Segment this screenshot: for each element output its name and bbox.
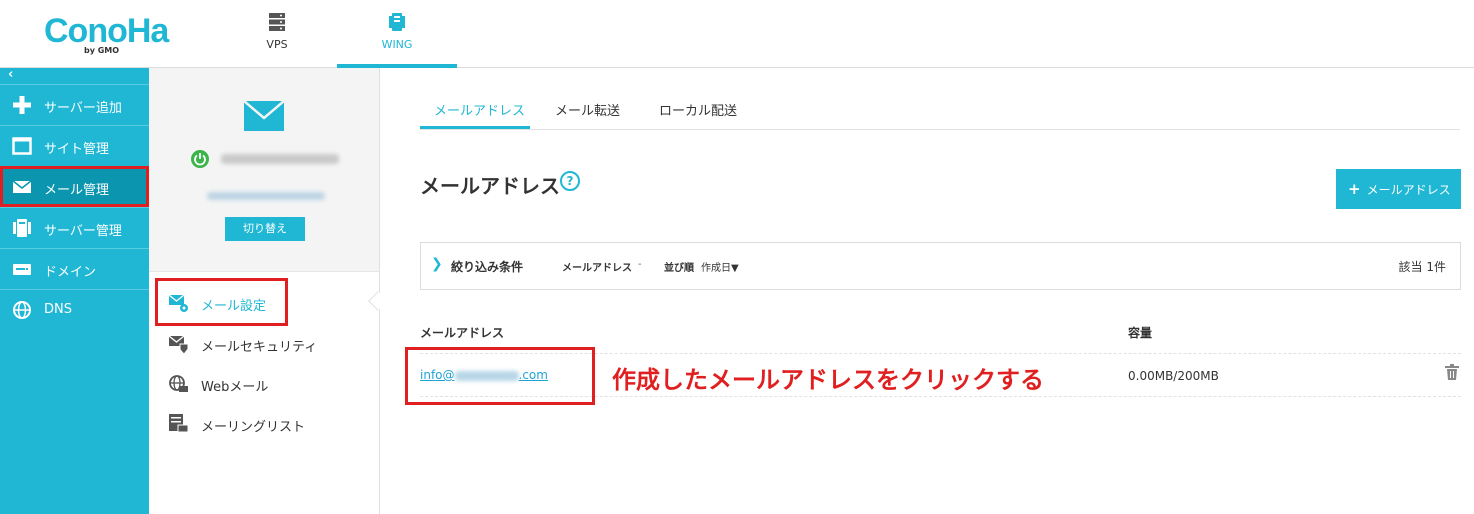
- tab-local-delivery[interactable]: ローカル配送: [659, 100, 737, 119]
- result-count: 該当 1件: [1398, 260, 1446, 274]
- add-mail-address-label: メールアドレス: [1366, 183, 1451, 197]
- column-header-address: メールアドレス: [420, 326, 505, 340]
- filter-sort-label: 並び順: [664, 263, 694, 274]
- filter-mail-label: メールアドレス: [562, 263, 632, 274]
- blurred-domain-name: [221, 154, 339, 164]
- mail-icon: [12, 178, 32, 196]
- sidebar-item-label: サイト管理: [44, 142, 110, 157]
- mailing-list-icon: [169, 414, 189, 434]
- tab-bar: メールアドレス メール転送 ローカル配送: [420, 96, 1460, 130]
- sidebar-item-label: サーバー管理: [44, 224, 122, 239]
- server-manage-icon: [12, 219, 32, 237]
- wing-icon: [388, 12, 406, 36]
- sidebar-item-add-server[interactable]: サーバー追加: [0, 84, 149, 125]
- instruction-annotation: 作成したメールアドレスをクリックする: [612, 366, 1044, 394]
- highlight-box-mail-settings: [155, 278, 288, 326]
- column-header-capacity: 容量: [1128, 326, 1153, 340]
- sidebar-collapse-button[interactable]: ‹: [0, 68, 149, 84]
- domain-icon: [12, 260, 32, 278]
- trash-icon[interactable]: [1445, 364, 1459, 384]
- sidebar-item-label: DNS: [44, 302, 72, 317]
- webmail-icon: [169, 374, 189, 394]
- nav-tab-wing-label: WING: [381, 38, 413, 51]
- tab-active-underline: [420, 126, 530, 129]
- sidebar-item-domain[interactable]: ドメイン: [0, 248, 149, 289]
- sidebar: ‹ サーバー追加 サイト管理 メール管理 サーバー管理 ドメイン DNS: [0, 68, 149, 514]
- filter-sort-value[interactable]: 作成日▼: [701, 259, 739, 274]
- tab-mail-address[interactable]: メールアドレス: [434, 100, 525, 119]
- nav-tab-vps-label: VPS: [266, 38, 288, 51]
- highlight-box-email: [405, 347, 595, 405]
- capacity-value: 0.00MB/200MB: [1128, 369, 1219, 383]
- mail-large-icon: [243, 100, 285, 135]
- filter-panel[interactable]: ❯ 絞り込み条件 メールアドレス - 並び順 作成日▼ 該当 1件: [420, 242, 1461, 290]
- window-icon: [12, 137, 32, 155]
- subnav-label: Webメール: [201, 380, 269, 395]
- tab-mail-forward[interactable]: メール転送: [555, 100, 620, 119]
- nav-tab-wing[interactable]: WING: [337, 0, 457, 68]
- subnav-label: メーリングリスト: [201, 420, 306, 435]
- main-content: メールアドレス メール転送 ローカル配送 メールアドレス ? + メールアドレス …: [380, 68, 1474, 514]
- mail-subpanel: 切り替え メール設定 メールセキュリティ Webメール メーリングリスト: [149, 68, 388, 514]
- blurred-subdomain: [207, 192, 325, 200]
- sidebar-item-mail-manage[interactable]: メール管理: [0, 166, 149, 207]
- filter-toggle-label[interactable]: 絞り込み条件: [451, 258, 523, 275]
- conoha-logo[interactable]: ConoHa by GMO: [44, 12, 174, 56]
- plus-icon: +: [1348, 180, 1361, 198]
- nav-tab-vps[interactable]: VPS: [217, 0, 337, 68]
- globe-icon: [12, 301, 32, 319]
- sidebar-item-label: メール管理: [44, 183, 110, 198]
- sidebar-item-label: サーバー追加: [44, 101, 122, 116]
- power-status-icon: [191, 150, 209, 168]
- sidebar-item-label: ドメイン: [44, 265, 97, 280]
- plus-icon: [12, 96, 32, 114]
- add-mail-address-button[interactable]: + メールアドレス: [1336, 169, 1461, 209]
- top-header: ConoHa by GMO VPS WING: [0, 0, 1474, 68]
- subnav-label: メールセキュリティ: [201, 340, 318, 355]
- chevron-right-icon[interactable]: ❯: [431, 256, 443, 272]
- switch-account-button[interactable]: 切り替え: [225, 217, 305, 241]
- logo-by-text: by GMO: [84, 46, 120, 55]
- sidebar-item-dns[interactable]: DNS: [0, 289, 149, 330]
- page-title: メールアドレス: [420, 174, 560, 198]
- help-icon[interactable]: ?: [560, 171, 580, 191]
- filter-mail-value: -: [638, 259, 642, 270]
- server-icon: [268, 12, 286, 36]
- mail-security-icon: [168, 334, 189, 355]
- sidebar-item-server-manage[interactable]: サーバー管理: [0, 207, 149, 248]
- account-card: 切り替え: [149, 68, 379, 272]
- sidebar-item-site-manage[interactable]: サイト管理: [0, 125, 149, 166]
